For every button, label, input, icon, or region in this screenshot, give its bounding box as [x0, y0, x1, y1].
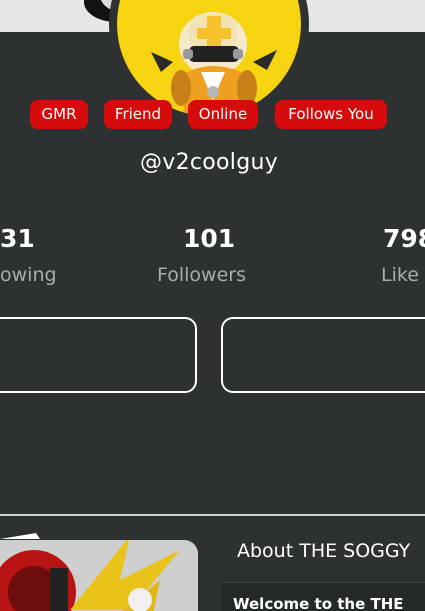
section-divider	[0, 514, 425, 516]
badge-follows-you: Follows You	[275, 100, 387, 129]
profile-handle: @v2coolguy	[139, 150, 279, 175]
badge-online: Online	[188, 100, 258, 129]
profile-badges: GMR Friend Online Follows You	[0, 100, 425, 130]
badge-gmr: GMR	[30, 100, 88, 129]
about-text: Welcome to the THE	[233, 595, 404, 611]
likes-label[interactable]: Like	[381, 264, 419, 286]
featured-media-card[interactable]	[0, 540, 198, 611]
followers-count[interactable]: 101	[183, 224, 235, 253]
followers-label[interactable]: Followers	[157, 264, 246, 286]
about-title: About THE SOGGY	[237, 540, 411, 562]
avatar[interactable]	[117, 0, 301, 116]
following-count[interactable]: 31	[0, 224, 35, 253]
profile-action-button-right[interactable]	[221, 317, 425, 393]
media-thumbnail-icon	[0, 540, 198, 611]
section-header-fragment	[0, 533, 40, 539]
likes-count[interactable]: 798	[383, 224, 425, 253]
profile-page: GMR Friend Online Follows You @v2coolguy…	[0, 0, 425, 611]
profile-action-button-left[interactable]	[0, 317, 197, 393]
badge-friend: Friend	[104, 100, 172, 129]
following-label[interactable]: owing	[0, 264, 57, 286]
plush-toy-avatar-icon	[151, 12, 277, 116]
